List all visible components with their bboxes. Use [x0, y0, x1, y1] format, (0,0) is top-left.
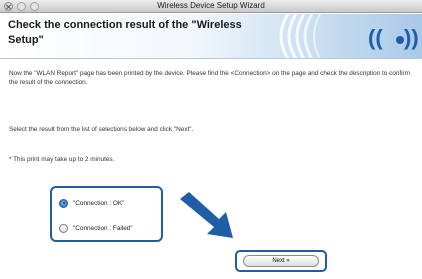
title-bar: Wireless Device Setup Wizard — [0, 0, 422, 13]
page-title: Check the connection result of the "Wire… — [8, 19, 242, 46]
connection-ok-radio[interactable] — [59, 198, 68, 208]
wizard-header: Check the connection result of the "Wire… — [0, 14, 422, 59]
connection-ok-option[interactable]: "Connection : OK" — [59, 197, 124, 209]
connection-result-options: "Connection : OK" "Connection : Failed" — [50, 186, 163, 242]
window-title: Wireless Device Setup Wizard — [157, 1, 265, 10]
print-time-note: * This print may take up to 2 minutes. — [9, 156, 115, 163]
connection-ok-label: "Connection : OK" — [73, 199, 125, 207]
next-button-highlight: Next » — [235, 250, 327, 272]
wireless-signal-icon: (( )) — [279, 14, 419, 58]
connection-failed-label: "Connection : Failed" — [73, 224, 133, 232]
svg-text:((: (( — [368, 25, 383, 50]
instruction-text: Now the "WLAN Report" page has been prin… — [9, 70, 411, 86]
select-prompt-text: Select the result from the list of selec… — [9, 126, 194, 133]
next-button[interactable]: Next » — [243, 255, 319, 267]
arrow-pointer-icon — [180, 192, 233, 238]
connection-failed-radio[interactable] — [59, 223, 68, 233]
connection-failed-option[interactable]: "Connection : Failed" — [59, 222, 133, 234]
svg-text:)): )) — [404, 25, 419, 50]
